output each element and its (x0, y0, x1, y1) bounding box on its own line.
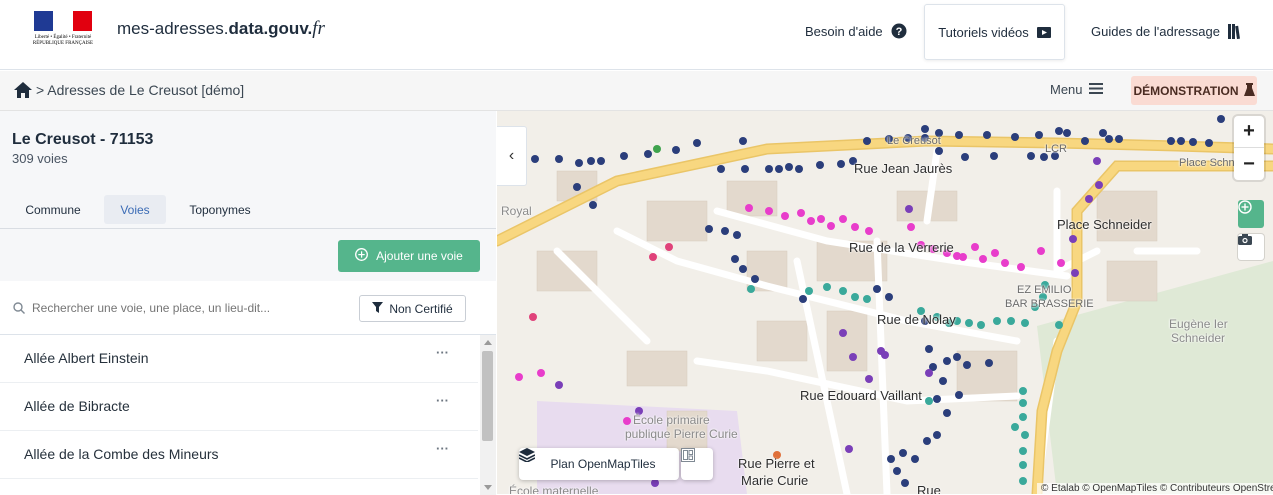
demo-label: DÉMONSTRATION (1133, 83, 1239, 98)
poi-label: Eugène Ier (1169, 317, 1228, 331)
voie-name: Allée Albert Einstein (24, 350, 149, 366)
site-title-suffix: fr (312, 18, 325, 39)
add-voie-button[interactable]: Ajouter une voie (338, 240, 480, 272)
filter-label: Non Certifié (389, 301, 453, 316)
tab-toponymes[interactable]: Toponymes (176, 195, 264, 224)
voie-name: Allée de la Combe des Mineurs (24, 446, 219, 462)
scroll-down-arrow-icon[interactable] (484, 485, 492, 490)
nav-help-link[interactable]: Besoin d'aide ? (805, 0, 907, 62)
place-label: Place Schn (1179, 157, 1235, 169)
list-item[interactable]: Allée Albert Einstein ··· (0, 335, 478, 383)
zoom-control: + − (1234, 116, 1264, 180)
nav-tutorials-label: Tutoriels vidéos (938, 24, 1029, 40)
poi-label: Le Creusot (887, 135, 941, 147)
poi-label: LCR (1045, 143, 1068, 155)
list-item[interactable]: Allée de Bibracte ··· (0, 383, 478, 431)
book-icon (1227, 23, 1240, 39)
street-label: Rue de la Verrerie (849, 240, 954, 255)
street-label: Rue de Nolay (877, 312, 956, 327)
map-style-label: Plan OpenMapTiles (550, 457, 656, 471)
voie-name: Allée de Bibracte (24, 398, 130, 414)
menu-label: Menu (1050, 82, 1083, 97)
poi-label: Royal (501, 204, 532, 218)
zoom-in-button[interactable]: + (1234, 116, 1264, 148)
site-title-prefix: mes-adresses. (117, 19, 229, 38)
filter-button[interactable]: Non Certifié (359, 295, 466, 322)
scroll-thumb[interactable] (482, 351, 493, 441)
scroll-up-arrow-icon[interactable] (484, 340, 492, 345)
map-style-button[interactable]: Plan OpenMapTiles (519, 448, 679, 480)
commune-name: Le Creusot - 71153 (12, 131, 154, 148)
poi-label: École maternelle (509, 484, 599, 494)
voie-list: Allée Albert Einstein ··· Allée de Bibra… (0, 335, 496, 495)
site-title[interactable]: mes-adresses.data.gouv.fr (117, 18, 325, 40)
list-scrollbar[interactable] (480, 335, 496, 495)
cadastre-toggle-button[interactable] (681, 448, 713, 480)
breadcrumb-text[interactable]: > Adresses de Le Creusot [démo] (36, 82, 244, 98)
svg-text:?: ? (895, 26, 902, 38)
map-attribution[interactable]: © Etalab © OpenMapTiles © Contributeurs … (1037, 483, 1273, 494)
screenshot-button[interactable] (1238, 234, 1264, 260)
poi-label: EZ EMILIO (1017, 284, 1072, 296)
sidebar-tabs: Commune Voies Toponymes (0, 195, 496, 231)
flask-icon (1243, 82, 1255, 99)
logo-text: Liberté • Égalité • Fraternité RÉPUBLIQU… (32, 35, 94, 46)
add-address-button[interactable] (1238, 200, 1264, 228)
sidebar: Le Creusot - 71153 309 voies Commune Voi… (0, 111, 496, 495)
nav-guides-label: Guides de l'adressage (1091, 23, 1220, 39)
question-circle-icon: ? (891, 23, 907, 39)
site-title-bold: data.gouv. (228, 19, 313, 38)
add-voie-label: Ajouter une voie (376, 249, 463, 263)
search-input[interactable] (12, 293, 342, 323)
poi-label: École primaire (633, 413, 710, 427)
collapse-sidebar-button[interactable]: ‹ (497, 126, 527, 186)
poi-label: BAR BRASSERIE (1005, 298, 1094, 310)
republique-logo[interactable]: Liberté • Égalité • Fraternité RÉPUBLIQU… (30, 11, 96, 49)
sub-navigation-bar: > Adresses de Le Creusot [démo] Menu DÉM… (0, 71, 1273, 111)
street-label: Rue Edouard Vaillant (800, 388, 922, 403)
more-options-icon[interactable]: ··· (436, 441, 449, 456)
nav-help-label: Besoin d'aide (805, 23, 883, 39)
site-header: Liberté • Égalité • Fraternité RÉPUBLIQU… (0, 0, 1273, 70)
filter-icon (372, 301, 384, 316)
zoom-out-button[interactable]: − (1234, 148, 1264, 180)
search-row: Non Certifié (0, 281, 496, 335)
video-icon (1036, 26, 1051, 38)
poi-label: Schneider (1171, 331, 1226, 345)
breadcrumb: > Adresses de Le Creusot [démo] (14, 82, 244, 98)
more-options-icon[interactable]: ··· (436, 345, 449, 360)
tabs-divider (0, 228, 496, 229)
map-view[interactable]: Rue Jean Jaurès Rue de la Verrerie Place… (497, 111, 1273, 494)
place-label: Place Schneider (1057, 217, 1152, 232)
street-label: Rue Jean Jaurès (854, 161, 953, 176)
hamburger-icon (1088, 82, 1103, 97)
street-label: Marie Curie (741, 473, 809, 488)
poi-label: publique Pierre Curie (625, 427, 738, 441)
tab-voies[interactable]: Voies (104, 195, 166, 224)
street-label: Rue (917, 483, 941, 494)
voies-count: 309 voies (12, 151, 68, 166)
more-options-icon[interactable]: ··· (436, 393, 449, 408)
street-label: Rue Pierre et (738, 456, 815, 471)
nav-guides-link[interactable]: Guides de l'adressage (1091, 0, 1240, 62)
tab-commune[interactable]: Commune (14, 195, 92, 224)
menu-button[interactable]: Menu (1050, 82, 1103, 97)
nav-tutorials-link[interactable]: Tutoriels vidéos (924, 4, 1065, 60)
demo-badge[interactable]: DÉMONSTRATION (1131, 76, 1257, 105)
list-item[interactable]: Allée de la Combe des Mineurs ··· (0, 431, 478, 479)
home-icon[interactable] (14, 82, 32, 98)
commune-card: Le Creusot - 71153 309 voies Commune Voi… (0, 111, 496, 281)
plus-circle-icon (355, 248, 369, 264)
french-flag-icon (34, 11, 92, 31)
chevron-left-icon: ‹ (508, 147, 515, 164)
